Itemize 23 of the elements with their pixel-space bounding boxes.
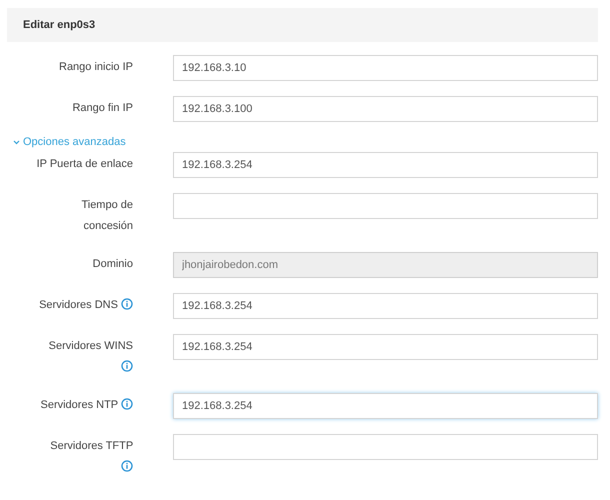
field-label: IP Puerta de enlace xyxy=(36,158,133,170)
text-input[interactable] xyxy=(173,192,598,218)
field-label: Servidores TFTP xyxy=(50,440,133,452)
text-input[interactable]: 192.168.3.254 xyxy=(173,392,598,418)
text-input[interactable]: 192.168.3.100 xyxy=(173,96,598,122)
text-input[interactable] xyxy=(173,434,598,460)
info-icon[interactable] xyxy=(121,298,133,310)
field-label: Servidores NTP xyxy=(40,398,118,410)
field-label: Tiempo de concesión xyxy=(81,198,133,232)
chevron-down-icon xyxy=(13,138,20,146)
panel-title: Editar enp0s3 xyxy=(23,18,96,33)
text-input[interactable]: 192.168.3.254 xyxy=(173,334,598,360)
field-label: Rango inicio IP xyxy=(59,61,133,73)
text-input[interactable]: 192.168.3.254 xyxy=(173,152,598,178)
info-icon[interactable] xyxy=(121,460,133,472)
field-label: Dominio xyxy=(92,258,133,270)
text-input[interactable]: 192.168.3.10 xyxy=(173,55,598,81)
info-icon[interactable] xyxy=(121,398,133,410)
field-label: Servidores DNS xyxy=(39,298,118,310)
info-icon[interactable] xyxy=(121,360,133,372)
field-label: Servidores WINS xyxy=(48,340,133,352)
field-label: Rango fin IP xyxy=(72,102,133,114)
text-input[interactable]: 192.168.3.254 xyxy=(173,292,598,318)
